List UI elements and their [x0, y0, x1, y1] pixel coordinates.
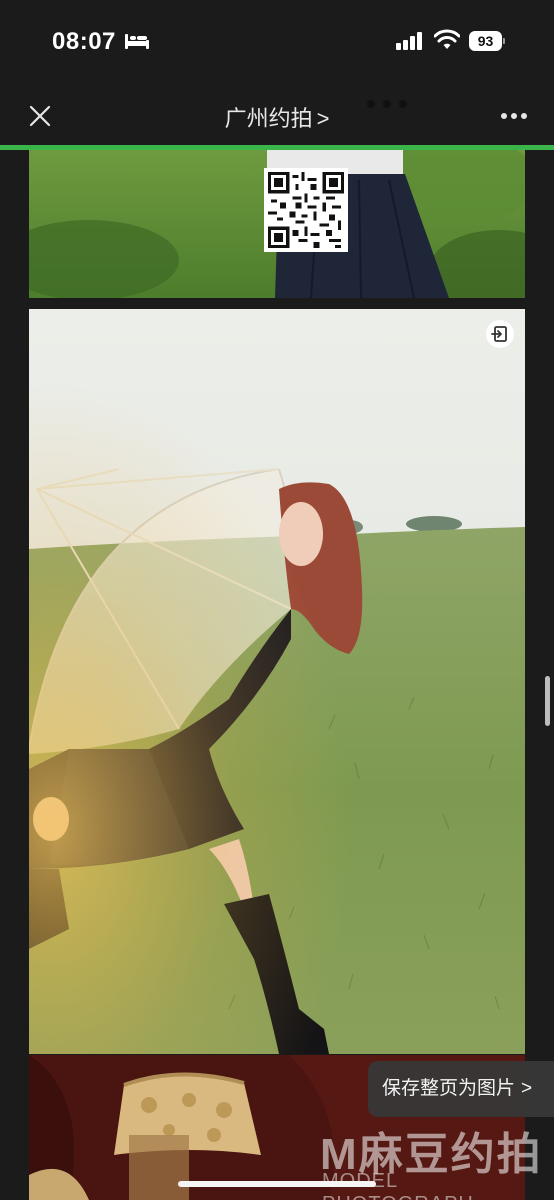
nav-bar: 广州约拍 >: [0, 84, 554, 146]
wifi-icon: [434, 29, 460, 49]
chevron-right-icon: >: [316, 106, 330, 131]
status-time: 08:07: [52, 28, 116, 55]
more-icon[interactable]: [500, 112, 528, 120]
article-image-2[interactable]: [29, 309, 525, 1054]
home-indicator[interactable]: [178, 1181, 376, 1187]
exit-overlay-button[interactable]: [486, 320, 514, 348]
save-page-as-image-button[interactable]: 保存整页为图片 >: [368, 1061, 554, 1117]
article-image-1[interactable]: [29, 150, 525, 298]
bed-icon: [125, 34, 149, 49]
cellular-signal-icon: [396, 32, 422, 50]
sign-in-icon: [491, 326, 507, 342]
chevron-right-icon: >: [521, 1078, 533, 1099]
scroll-indicator[interactable]: [545, 676, 550, 726]
drag-handle-dots-icon: [367, 100, 407, 108]
save-page-as-image-label: 保存整页为图片: [382, 1078, 516, 1099]
qr-code: [264, 168, 348, 252]
battery-level: 93: [469, 31, 502, 51]
status-bar: 08:07 93: [0, 0, 554, 84]
page-title-text: 广州约拍: [224, 106, 313, 131]
page-title[interactable]: 广州约拍 >: [0, 101, 554, 133]
battery-icon: 93: [469, 31, 505, 51]
